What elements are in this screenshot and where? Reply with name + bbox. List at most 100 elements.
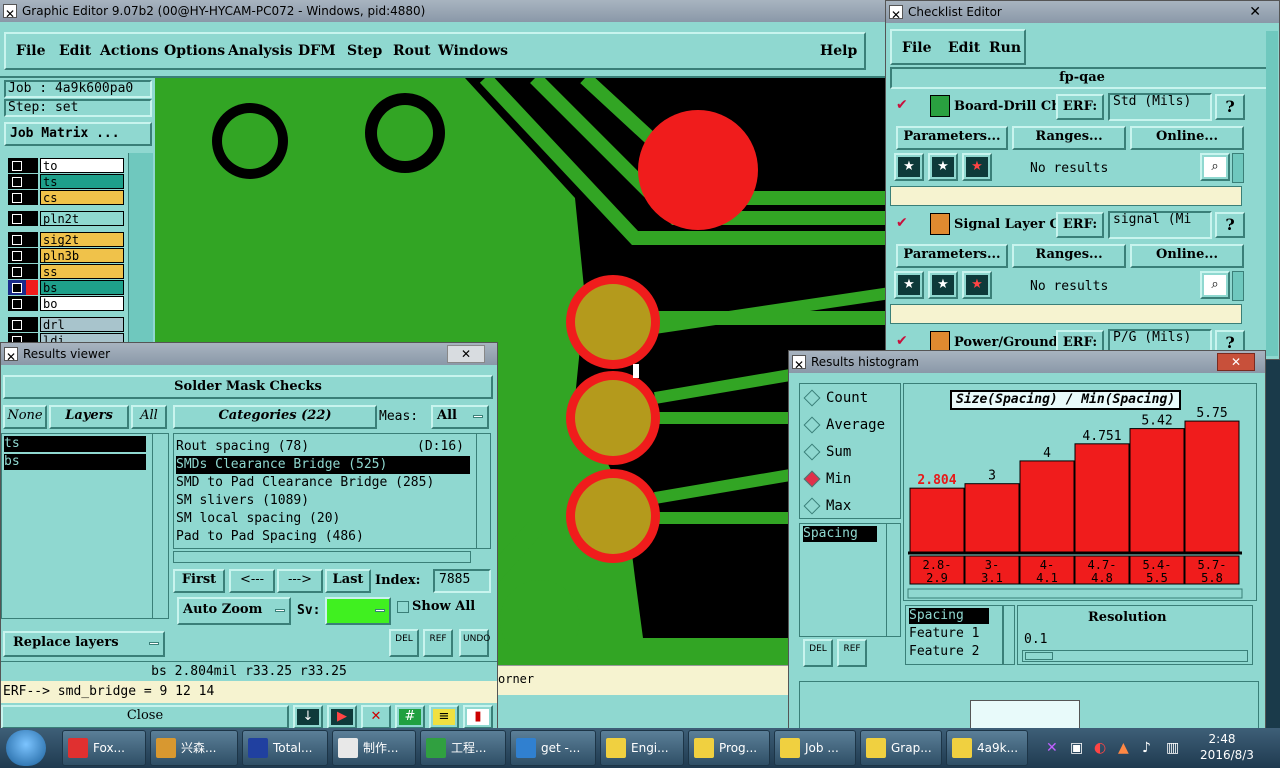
menu-file[interactable]: File (16, 38, 45, 64)
checklist-menu-file[interactable]: File (902, 35, 931, 61)
taskbar-item[interactable]: Engi... (600, 730, 684, 766)
mode-option-sum[interactable]: Sum (803, 442, 896, 464)
layer-row-bs[interactable]: bs (8, 280, 124, 295)
histogram-del-icon[interactable]: DEL (803, 639, 833, 667)
check-2-tick-icon[interactable]: ✔ (896, 215, 908, 231)
layer-checkbox[interactable] (8, 280, 38, 295)
toolbar-icon-1[interactable]: ↓ (293, 705, 323, 729)
histogram-attr-scrollbar[interactable] (886, 524, 900, 636)
menu-windows[interactable]: Windows (438, 38, 508, 64)
histogram-icon[interactable]: ▮ (463, 705, 493, 729)
radio-diamond-icon[interactable] (803, 497, 821, 515)
check-1-help-button[interactable]: ? (1215, 94, 1245, 120)
toolbar-icon-4[interactable]: # (395, 705, 425, 729)
layer-checkbox[interactable] (8, 232, 38, 247)
check-2-scrollbar[interactable] (1232, 271, 1244, 301)
tray-icon-1[interactable]: ✕ (1046, 740, 1058, 756)
tray-icon-2[interactable]: ▣ (1070, 740, 1083, 756)
check-1-run-icon[interactable]: ★ (894, 153, 924, 181)
mode-option-min[interactable]: Min (803, 469, 896, 491)
layer-name[interactable]: ts (40, 174, 124, 189)
close-button[interactable]: Close (1, 705, 289, 729)
layer-name[interactable]: pln2t (40, 211, 124, 226)
menu-dfm[interactable]: DFM (298, 38, 336, 64)
start-button-icon[interactable] (6, 730, 46, 766)
check-1-erf-value[interactable]: Std (Mils) (1108, 93, 1212, 121)
mode-option-count[interactable]: Count (803, 388, 896, 410)
attr-scrollbar[interactable] (1003, 605, 1015, 665)
checklist-menu-run[interactable]: Run (989, 35, 1021, 61)
layer-name[interactable]: drl (40, 317, 124, 332)
histogram-attr-item[interactable]: Spacing (803, 526, 877, 542)
attr-list[interactable]: Spacing Feature 1 Feature 2 (905, 605, 1003, 665)
none-button[interactable]: None (3, 405, 47, 429)
replace-layers-dropdown[interactable]: Replace layers (3, 631, 165, 657)
layer-checkbox[interactable] (8, 211, 38, 226)
volume-icon[interactable]: ♪ (1142, 740, 1151, 756)
layer-checkbox[interactable] (8, 174, 38, 189)
del-icon[interactable]: DEL (389, 629, 419, 657)
check-1-ranges-button[interactable]: Ranges... (1012, 126, 1126, 150)
taskbar-item[interactable]: 工程... (420, 730, 506, 766)
auto-zoom-dropdown[interactable]: Auto Zoom (177, 597, 291, 625)
category-item[interactable]: SMDs Clearance Bridge (525) (176, 456, 470, 474)
layer-name[interactable]: ss (40, 264, 124, 279)
radio-diamond-icon[interactable] (803, 470, 821, 488)
layer-list-scrollbar[interactable] (152, 434, 168, 618)
layer-scrollbar[interactable] (128, 153, 153, 348)
sv-color-dropdown[interactable] (325, 597, 391, 625)
menu-step[interactable]: Step (347, 38, 382, 64)
prev-button[interactable]: <--- (229, 569, 275, 593)
tray-icon-4[interactable]: ▲ (1118, 740, 1129, 756)
resolution-slider[interactable] (1022, 650, 1248, 662)
check-1-online-button[interactable]: Online... (1130, 126, 1244, 150)
menu-analysis[interactable]: Analysis (228, 38, 293, 64)
check-1-stop-icon[interactable]: ★ (962, 153, 992, 181)
radio-diamond-icon[interactable] (803, 416, 821, 434)
attr-item-feature-1[interactable]: Feature 1 (909, 626, 979, 642)
check-2-run-step-icon[interactable]: ★ (928, 271, 958, 299)
layer-checkbox[interactable] (8, 296, 38, 311)
layer-row-ss[interactable]: ss (8, 264, 124, 279)
layer-name[interactable]: pln3b (40, 248, 124, 263)
category-scrollbar[interactable] (476, 434, 490, 548)
layer-name[interactable]: bo (40, 296, 124, 311)
category-item[interactable]: SMD to Pad Clearance Bridge (285) (176, 474, 470, 492)
taskbar-item[interactable]: Job ... (774, 730, 856, 766)
taskbar-item[interactable]: Grap... (860, 730, 942, 766)
check-1-erf-button[interactable]: ERF: (1056, 94, 1104, 120)
checklist-titlebar[interactable]: Checklist Editor ✕ (886, 1, 1279, 23)
check-2-online-button[interactable]: Online... (1130, 244, 1244, 268)
check-2-run-icon[interactable]: ★ (894, 271, 924, 299)
layer-row-to[interactable]: to (8, 158, 124, 173)
layer-row-sig2t[interactable]: sig2t (8, 232, 124, 247)
categories-button[interactable]: Categories (22) (173, 405, 377, 429)
check-1-parameters-button[interactable]: Parameters... (896, 126, 1008, 150)
show-all-checkbox[interactable] (397, 601, 409, 613)
layer-checkbox[interactable] (8, 190, 38, 205)
histogram-bar[interactable] (1129, 428, 1185, 553)
layers-button[interactable]: Layers (49, 405, 129, 429)
checklist-scrollbar[interactable] (1266, 31, 1278, 356)
taskbar-item[interactable]: get -... (510, 730, 596, 766)
layer-row-bo[interactable]: bo (8, 296, 124, 311)
first-button[interactable]: First (173, 569, 225, 593)
category-item[interactable]: Pad to Pad Spacing (486) (176, 528, 470, 546)
layer-checkbox[interactable] (8, 317, 38, 332)
menu-actions[interactable]: Actions (100, 38, 159, 64)
layer-item-ts[interactable]: ts (4, 436, 146, 452)
menu-help[interactable]: Help (820, 38, 857, 64)
taskbar-item[interactable]: Prog... (688, 730, 770, 766)
category-item[interactable]: SM slivers (1089) (176, 492, 470, 510)
toolbar-icon-2[interactable]: ▶ (327, 705, 357, 729)
layer-name[interactable]: bs (40, 280, 124, 295)
layer-checkbox[interactable] (8, 248, 38, 263)
resolution-slider-thumb[interactable] (1025, 652, 1053, 660)
menu-options[interactable]: Options (164, 38, 225, 64)
ref-icon[interactable]: REF (423, 629, 453, 657)
check-1-run-step-icon[interactable]: ★ (928, 153, 958, 181)
category-listbox[interactable]: Rout spacing (78) (D:16) SMDs Clearance Br… (173, 433, 491, 549)
layer-checkbox[interactable] (8, 264, 38, 279)
histogram-close-icon[interactable]: ✕ (1217, 353, 1255, 371)
check-2-erf-value[interactable]: signal (Mi (1108, 211, 1212, 239)
